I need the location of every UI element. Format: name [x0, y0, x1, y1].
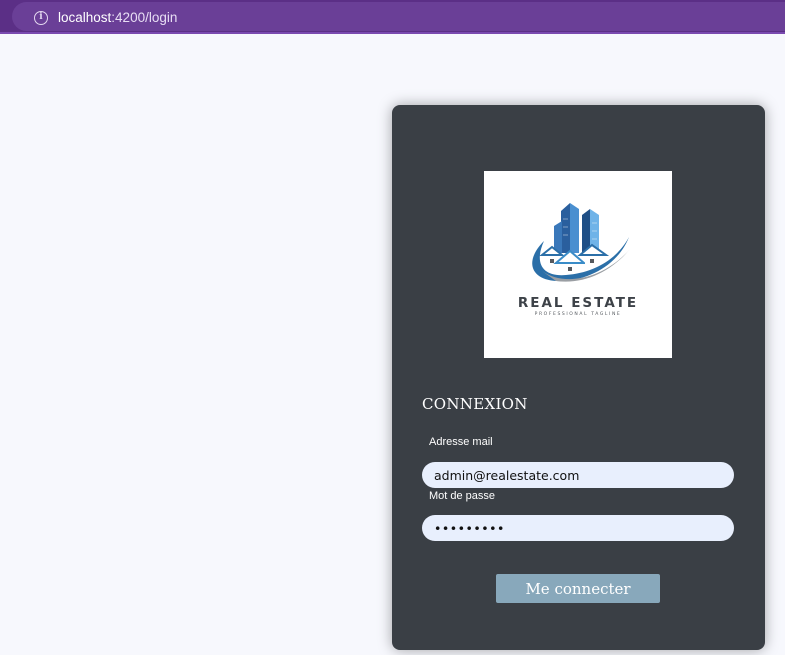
- logo: REAL ESTATE PROFESSIONAL TAGLINE: [484, 171, 672, 358]
- url-host: localhost: [58, 10, 112, 25]
- url-path: :4200/login: [111, 10, 178, 25]
- password-field[interactable]: [422, 515, 734, 541]
- logo-title: REAL ESTATE: [517, 295, 639, 311]
- real-estate-logo-icon: [532, 203, 630, 282]
- url-field[interactable]: i localhost:4200/login: [12, 2, 785, 31]
- info-icon[interactable]: i: [34, 11, 48, 25]
- url-text: localhost:4200/login: [58, 10, 177, 25]
- password-label: Mot de passe: [429, 490, 496, 502]
- email-label: Adresse mail: [429, 436, 493, 448]
- login-card: REAL ESTATE PROFESSIONAL TAGLINE CONNEXI…: [392, 105, 765, 650]
- browser-address-bar: i localhost:4200/login: [0, 0, 785, 34]
- email-field[interactable]: [422, 462, 734, 488]
- login-button[interactable]: Me connecter: [496, 574, 660, 603]
- login-heading: CONNEXION: [422, 395, 528, 413]
- logo-tagline: PROFESSIONAL TAGLINE: [534, 312, 622, 317]
